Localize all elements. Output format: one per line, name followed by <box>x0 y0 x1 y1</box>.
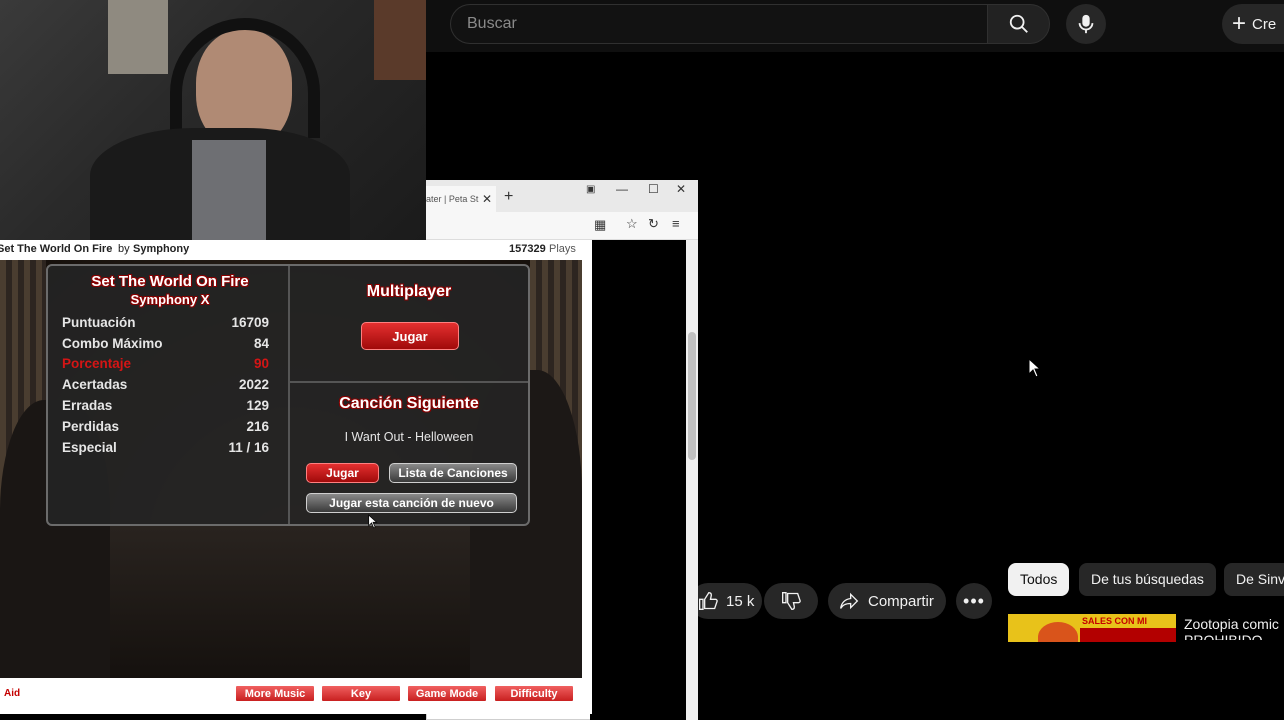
stat-label-acertadas: Acertadas <box>62 377 128 392</box>
refresh-icon[interactable]: ↻ <box>648 216 659 232</box>
stat-value-porcentaje: 90 <box>253 356 269 371</box>
create-label: Cre <box>1252 15 1277 33</box>
header-song-title: Set The World On Fire <box>0 243 113 255</box>
search-icon <box>1009 14 1028 33</box>
chip-de-tus-busquedas[interactable]: De tus búsquedas <box>1079 563 1216 596</box>
game-header: Set The World On Fire by Symphony 157329… <box>0 240 592 260</box>
close-tab-icon[interactable]: ✕ <box>482 192 492 206</box>
chip-todos[interactable]: Todos <box>1008 563 1070 596</box>
stat-value-perdidas: 216 <box>246 419 269 434</box>
browser-tabbar: ater | Peta St ✕ + ▣ — ☐ ✕ <box>426 180 698 212</box>
thumbnail-text: SALES CON MI <box>1082 616 1148 626</box>
wall-poster <box>108 0 168 74</box>
thumbs-down-icon <box>782 592 801 611</box>
search-input[interactable]: Buscar <box>450 4 988 44</box>
share-icon <box>840 592 859 610</box>
create-button[interactable]: + Cre <box>1222 4 1284 44</box>
next-song-title: Canción Siguiente <box>339 395 479 412</box>
stat-label-combo: Combo Máximo <box>62 336 163 351</box>
stat-value-puntuacion: 16709 <box>231 315 269 330</box>
plays-count: 157329 <box>509 243 546 255</box>
wall-poster-right <box>374 0 426 80</box>
header-by: by <box>118 243 130 255</box>
song-list-button[interactable]: Lista de Canciones <box>389 463 517 483</box>
scrollbar-thumb[interactable] <box>688 332 696 460</box>
stat-label-perdidas: Perdidas <box>62 419 120 434</box>
more-actions-button[interactable]: ••• <box>956 583 992 619</box>
play-next-button[interactable]: Jugar <box>306 463 379 483</box>
like-count: 15 k <box>726 592 755 610</box>
minimize-icon[interactable]: — <box>616 182 628 196</box>
difficulty-button[interactable]: Difficulty <box>494 685 574 702</box>
stat-label-especial: Especial <box>62 440 117 455</box>
thumbs-up-icon <box>699 591 718 610</box>
stat-value-acertadas: 2022 <box>238 377 269 392</box>
share-label: Compartir <box>868 592 934 610</box>
headphones <box>170 18 320 138</box>
stat-value-combo: 84 <box>253 336 269 351</box>
voice-search-button[interactable] <box>1066 4 1106 44</box>
favorites-icon[interactable]: ☆ <box>626 216 638 232</box>
plus-icon: + <box>1232 10 1247 37</box>
footer-aid-label[interactable]: Aid <box>4 688 20 699</box>
more-music-button[interactable]: More Music <box>235 685 315 702</box>
game-cursor-icon <box>368 514 378 529</box>
video-thumbnail[interactable]: SALES CON MI <box>1008 614 1176 644</box>
grid-icon[interactable]: ▦ <box>594 217 606 233</box>
video-title-line2: PROHIBIDO <box>1184 632 1263 640</box>
game-mode-button[interactable]: Game Mode <box>407 685 487 702</box>
stat-value-especial: 11 / 16 <box>228 440 269 455</box>
microphone-icon <box>1078 14 1094 34</box>
panel-artist: Symphony X <box>130 292 210 307</box>
maximize-icon[interactable]: ☐ <box>648 182 659 196</box>
stat-label-porcentaje: Porcentaje <box>62 356 132 371</box>
panel-divider-h <box>290 381 528 383</box>
more-horizontal-icon: ••• <box>963 590 985 611</box>
chip-de-sinv[interactable]: De Sinv <box>1224 563 1284 596</box>
search-button[interactable] <box>987 4 1050 44</box>
header-artist: Symphony <box>133 243 190 255</box>
close-window-icon[interactable]: ✕ <box>676 182 686 196</box>
new-tab-icon[interactable]: + <box>504 188 513 206</box>
browser-tab-title: ater | Peta St <box>426 194 479 204</box>
share-button[interactable]: Compartir <box>828 583 946 619</box>
plays-label: Plays <box>549 243 576 255</box>
like-button[interactable]: 15 k <box>690 583 762 619</box>
page-bottom-area <box>698 642 1284 720</box>
thumbnail-character <box>1038 622 1078 644</box>
replay-song-button[interactable]: Jugar esta canción de nuevo <box>306 493 517 513</box>
browser-toolbar: ▦ ☆ ↻ ≡ <box>426 212 698 240</box>
panel-song-title: Set The World On Fire <box>91 273 249 290</box>
next-song-name: I Want Out - Helloween <box>344 430 474 444</box>
key-button[interactable]: Key <box>321 685 401 702</box>
dislike-button[interactable] <box>764 583 818 619</box>
stat-label-puntuacion: Puntuación <box>62 315 136 330</box>
menu-icon[interactable]: ≡ <box>672 216 680 231</box>
stat-label-erradas: Erradas <box>62 398 113 413</box>
browser-content-dark <box>590 240 686 720</box>
person-shirt <box>192 140 266 240</box>
browser-scrollbar[interactable] <box>686 240 698 720</box>
multiplayer-play-button[interactable]: Jugar <box>361 322 459 350</box>
webcam-overlay <box>0 0 426 240</box>
video-title[interactable]: Zootopia comic PROHIBIDO <box>1184 616 1284 640</box>
cursor-icon <box>1028 358 1042 378</box>
video-title-line1: Zootopia comic <box>1184 616 1279 632</box>
stat-value-erradas: 129 <box>246 398 269 413</box>
tab-actions-icon[interactable]: ▣ <box>586 184 595 195</box>
multiplayer-title: Multiplayer <box>366 283 452 300</box>
